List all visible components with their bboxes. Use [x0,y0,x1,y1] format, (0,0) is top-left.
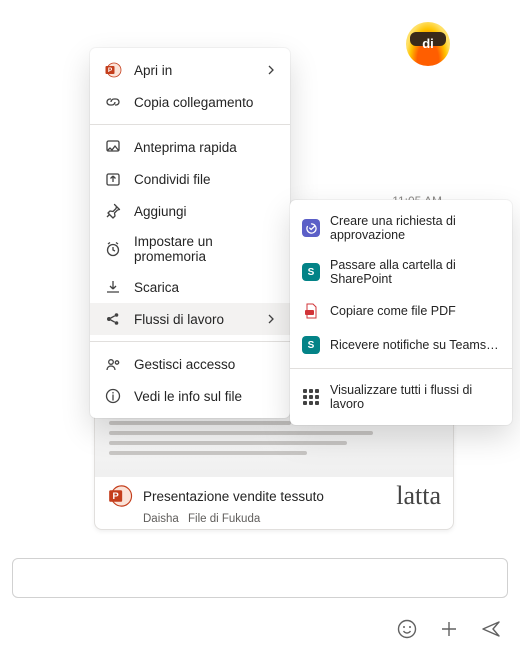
submenu-label: Passare alla cartella di SharePoint [330,258,500,286]
submenu-view-all-workflows[interactable]: Visualizzare tutti i flussi di lavoro [290,375,512,419]
sharepoint-icon: S [302,263,320,281]
submenu-sharepoint-folder[interactable]: S Passare alla cartella di SharePoint [290,250,512,294]
pdf-icon [302,302,320,320]
menu-separator [90,124,290,125]
emoji-button[interactable] [396,618,418,640]
add-button[interactable] [438,618,460,640]
avatar-initials: di [422,36,434,51]
preview-icon [104,138,122,156]
workflow-icon [104,310,122,328]
powerpoint-icon: P [107,483,133,509]
menu-share-file[interactable]: Condividi file [90,163,290,195]
file-source: File di Fukuda [188,513,260,525]
menu-label: Apri in [134,63,172,78]
access-icon [104,355,122,373]
message-compose-box[interactable] [12,558,508,598]
menu-label: Impostare un promemoria [134,234,276,264]
compose-actions [396,618,502,640]
user-avatar[interactable]: di [406,22,450,66]
menu-file-info[interactable]: Vedi le info sul file [90,380,290,412]
svg-text:P: P [113,491,119,501]
overlay-text: latta [396,481,441,511]
submenu-copy-pdf[interactable]: Copiare come file PDF [290,294,512,328]
menu-label: Copia collegamento [134,95,253,110]
submenu-create-approval[interactable]: Creare una richiesta di approvazione [290,206,512,250]
menu-label: Scarica [134,280,179,295]
link-icon [104,93,122,111]
submenu-label: Visualizzare tutti i flussi di lavoro [330,383,500,411]
submenu-label: Creare una richiesta di approvazione [330,214,500,242]
menu-workflows[interactable]: Flussi di lavoro [90,303,290,335]
menu-set-reminder[interactable]: Impostare un promemoria [90,227,290,271]
submenu-label: Ricevere notifiche su Teams… [330,338,499,352]
workflows-submenu: Creare una richiesta di approvazione S P… [290,200,512,425]
chevron-right-icon [266,312,276,327]
menu-separator [290,368,512,369]
menu-download[interactable]: Scarica [90,271,290,303]
menu-label: Gestisci accesso [134,357,235,372]
sharepoint-icon: S [302,336,320,354]
submenu-label: Copiare come file PDF [330,304,456,318]
menu-quick-preview[interactable]: Anteprima rapida [90,131,290,163]
chevron-right-icon [266,63,276,78]
menu-manage-access[interactable]: Gestisci accesso [90,348,290,380]
pin-icon [104,202,122,220]
powerpoint-icon: P [104,61,122,79]
menu-copy-link[interactable]: Copia collegamento [90,86,290,118]
share-icon [104,170,122,188]
menu-label: Flussi di lavoro [134,312,224,327]
send-button[interactable] [480,618,502,640]
menu-open-in[interactable]: P Apri in [90,54,290,86]
submenu-teams-notify[interactable]: S Ricevere notifiche su Teams… [290,328,512,362]
download-icon [104,278,122,296]
menu-label: Aggiungi [134,204,187,219]
approvals-icon [302,219,320,237]
clock-icon [104,240,122,258]
menu-label: Anteprima rapida [134,140,237,155]
menu-separator [90,341,290,342]
menu-label: Vedi le info sul file [134,389,242,404]
menu-label: Condividi file [134,172,211,187]
apps-grid-icon [302,388,320,406]
file-meta: Daisha File di Fukuda [95,513,453,530]
info-icon [104,387,122,405]
svg-text:P: P [108,67,113,74]
menu-pin[interactable]: Aggiungi [90,195,290,227]
file-author: Daisha [143,513,179,525]
file-context-menu: P Apri in Copia collegamento Anteprima r… [90,48,290,418]
